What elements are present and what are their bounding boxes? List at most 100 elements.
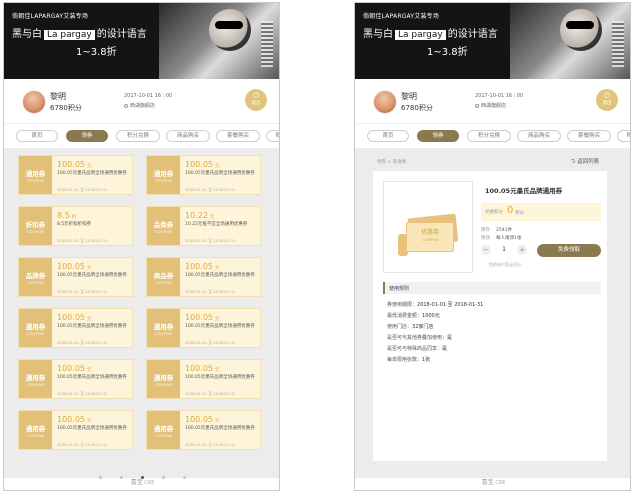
coupon-sub: COUPON [154, 332, 173, 336]
coupon-amount: 100.05 元 [57, 415, 92, 424]
stock-row: 库存 2541件 [481, 228, 512, 233]
coupon-stub: 通用券 COUPON [19, 309, 54, 347]
exit-button[interactable]: ⏻ 退出 [596, 89, 618, 111]
coupon-amount: 100.05 元 [57, 262, 92, 271]
banner-brand: La pargay [44, 30, 95, 40]
points-note-link[interactable]: 您的账户暂无积分 [489, 262, 521, 268]
tab-2[interactable]: 积分兑换 [467, 130, 511, 142]
banner-sunglasses [215, 21, 243, 29]
coupon-list-screen: 倘朝佳LAPARGAY艾装专场 黑与白 La pargay 的设计语言 1~3.8折… [3, 2, 280, 491]
coupon-type: 商品券 [153, 272, 174, 280]
coupon-amount: 100.05 元 [57, 160, 92, 169]
tab-0[interactable]: 首页 [16, 130, 58, 142]
login-time: 2017-10-01 16 : 00 [124, 93, 173, 99]
coupon-card[interactable]: 品牌券 COUPON 100.05 元 100.05元墨氏品牌全场通用优惠券 2018-0… [18, 257, 133, 297]
tab-3[interactable]: 商品购买 [517, 130, 561, 142]
tab-5[interactable]: 积分 [266, 130, 279, 142]
user-profile: 黎明 6780积分 2017-10-01 16 : 00 西湖旗舰店 ⏻ 退出 [355, 79, 630, 124]
coupon-card[interactable]: 通用券 COUPON 100.05 元 100.05元墨氏品牌全场通用优惠券 2018-0… [18, 410, 133, 450]
promo-banner[interactable]: 倘朝佳LAPARGAY艾装专场 黑与白 La pargay 的设计语言 1~3.8折 [4, 3, 279, 79]
banner-hat [209, 9, 251, 51]
coupon-sub: COUPON [26, 434, 45, 438]
exit-label: 退出 [602, 101, 612, 106]
coupon-amount: 10.22 元 [185, 211, 215, 220]
tab-4[interactable]: 套餐购买 [567, 130, 611, 142]
coupon-amount: 8.5 折 [57, 211, 77, 220]
tab-3[interactable]: 商品购买 [166, 130, 210, 142]
coupon-card[interactable]: 通用券 COUPON 100.05 元 100.05元墨氏品牌全场通用优惠券 2018-0… [146, 410, 261, 450]
exit-button[interactable]: ⏻ 退出 [245, 89, 267, 111]
coupon-desc: 100.05元墨氏品牌全场通用优惠券 [185, 324, 255, 329]
coupon-type: 折扣券 [25, 221, 46, 229]
claim-button[interactable]: 免费领取 [537, 244, 601, 257]
coupon-desc: 10.22元框不宜全场通用优惠券 [185, 222, 248, 227]
power-icon: ⏻ [603, 91, 611, 100]
coupon-card[interactable]: 折扣券 COUPON 8.5 折 8.5元折扣折扣券 2018-01-01 至 2018-… [18, 206, 133, 246]
coupon-stub: 通用券 COUPON [147, 360, 182, 398]
coupon-card[interactable]: 商品券 COUPON 100.05 元 100.05元墨氏品牌全场通用优惠券 2018-0… [146, 257, 261, 297]
coupon-title: 100.05元墨氏品牌通用券 [485, 187, 563, 195]
quantity-decrease-button[interactable]: − [481, 245, 491, 255]
coupon-amount: 100.05 元 [185, 262, 220, 271]
coupon-amount: 100.05 元 [185, 364, 220, 373]
rule-key: 每单限用张数： [387, 357, 423, 363]
banner-subtitle: 倘朝佳LAPARGAY艾装专场 [12, 13, 89, 20]
quantity-input[interactable]: 1 [497, 245, 511, 255]
coupon-card[interactable]: 品类券 COUPON 10.22 元 10.22元框不宜全场通用优惠券 2018-01-0… [146, 206, 261, 246]
tab-0[interactable]: 首页 [367, 130, 409, 142]
breadcrumb[interactable]: 领券 > 券详情 [377, 159, 406, 165]
coupon-desc: 100.05元墨氏品牌全场通用优惠券 [57, 273, 127, 278]
back-to-list-button[interactable]: ⮌ 返回列表 [571, 157, 599, 167]
coupon-card[interactable]: 通用券 COUPON 100.05 元 100.05元墨氏品牌全场通用优惠券 2018-0… [146, 308, 261, 348]
coupon-detail-card: 优惠券 COUPON 100.05元墨氏品牌通用券 兑换积分 0 积分 库存 254… [373, 171, 607, 461]
tab-4[interactable]: 套餐购买 [216, 130, 260, 142]
coupon-date: 2018-01-01 至 2018-01-31 [57, 238, 108, 243]
footer: 喜宝 CRE [4, 476, 279, 490]
coupon-amount: 100.05 元 [185, 313, 220, 322]
tab-1[interactable]: 领券 [417, 130, 459, 142]
avatar[interactable] [373, 90, 397, 114]
coupon-card[interactable]: 通用券 COUPON 100.05 元 100.05元墨氏品牌全场通用优惠券 2018-0… [146, 155, 261, 195]
nav-tabs: 首页领券积分兑换商品购买套餐购买积分 [355, 124, 630, 146]
avatar[interactable] [22, 90, 46, 114]
tab-5[interactable]: 积分 [617, 130, 630, 142]
tab-1[interactable]: 领券 [66, 130, 108, 142]
promo-banner[interactable]: 倘朝佳LAPARGAY艾装专场 黑与白 La pargay 的设计语言 1~3.8折 [355, 3, 630, 79]
coupon-card[interactable]: 通用券 COUPON 100.05 元 100.05元墨氏品牌全场通用优惠券 2018-0… [146, 359, 261, 399]
pager-dots [4, 464, 279, 479]
footer: 喜宝 CRE [355, 476, 630, 490]
footer-suffix: CRE [144, 480, 155, 486]
tab-2[interactable]: 积分兑换 [116, 130, 160, 142]
coupon-date: 2018-01-01 至 2018-01-31 [185, 238, 236, 243]
coupon-card[interactable]: 通用券 COUPON 100.05 元 100.05元墨氏品牌全场通用优惠券 2018-0… [18, 155, 133, 195]
coupon-date: 2018-01-01 至 2018-01-31 [57, 391, 108, 396]
coupon-list-area: 通用券 COUPON 100.05 元 100.05元墨氏品牌全场通用优惠券 2018-0… [4, 148, 279, 478]
coupon-sub: COUPON [154, 179, 173, 183]
coupon-desc: 100.05元墨氏品牌全场通用优惠券 [185, 426, 255, 431]
coupon-desc: 100.05元墨氏品牌全场通用优惠券 [185, 273, 255, 278]
rule-value: 是 [442, 346, 448, 352]
coupon-date: 2018-01-01 至 2018-01-31 [185, 442, 236, 447]
coupon-image: 优惠券 COUPON [383, 181, 473, 273]
quantity-increase-button[interactable]: + [517, 245, 527, 255]
rule-line: 最低消费金额：1000元 [387, 312, 440, 319]
coupon-desc: 100.05元墨氏品牌全场通用优惠券 [57, 171, 127, 176]
coupon-card[interactable]: 通用券 COUPON 100.05 元 100.05元墨氏品牌全场通用优惠券 2018-0… [18, 308, 133, 348]
price-label: 兑换积分 [485, 210, 503, 215]
store-name: 西湖旗舰店 [475, 102, 506, 109]
coupon-stub: 品牌券 COUPON [19, 258, 54, 296]
rule-value: 32家门店 [412, 324, 434, 330]
price-unit: 积分 [515, 211, 524, 216]
banner-hat [560, 9, 602, 51]
footer-suffix: CRE [495, 480, 506, 486]
coupon-date: 2018-01-01 至 2018-01-31 [185, 391, 236, 396]
coupon-sub: COUPON [154, 281, 173, 285]
user-points: 6780积分 [401, 104, 433, 112]
banner-title: 黑与白 La pargay 的设计语言 [363, 25, 498, 40]
price-bar: 兑换积分 0 积分 [481, 203, 601, 221]
coupon-amount: 100.05 元 [57, 313, 92, 322]
coupon-card[interactable]: 通用券 COUPON 100.05 元 100.05元墨氏品牌全场通用优惠券 2018-0… [18, 359, 133, 399]
rule-line: 使用门店：32家门店 [387, 323, 433, 330]
banner-bracelet [612, 21, 624, 67]
coupon-type: 通用券 [25, 323, 46, 331]
